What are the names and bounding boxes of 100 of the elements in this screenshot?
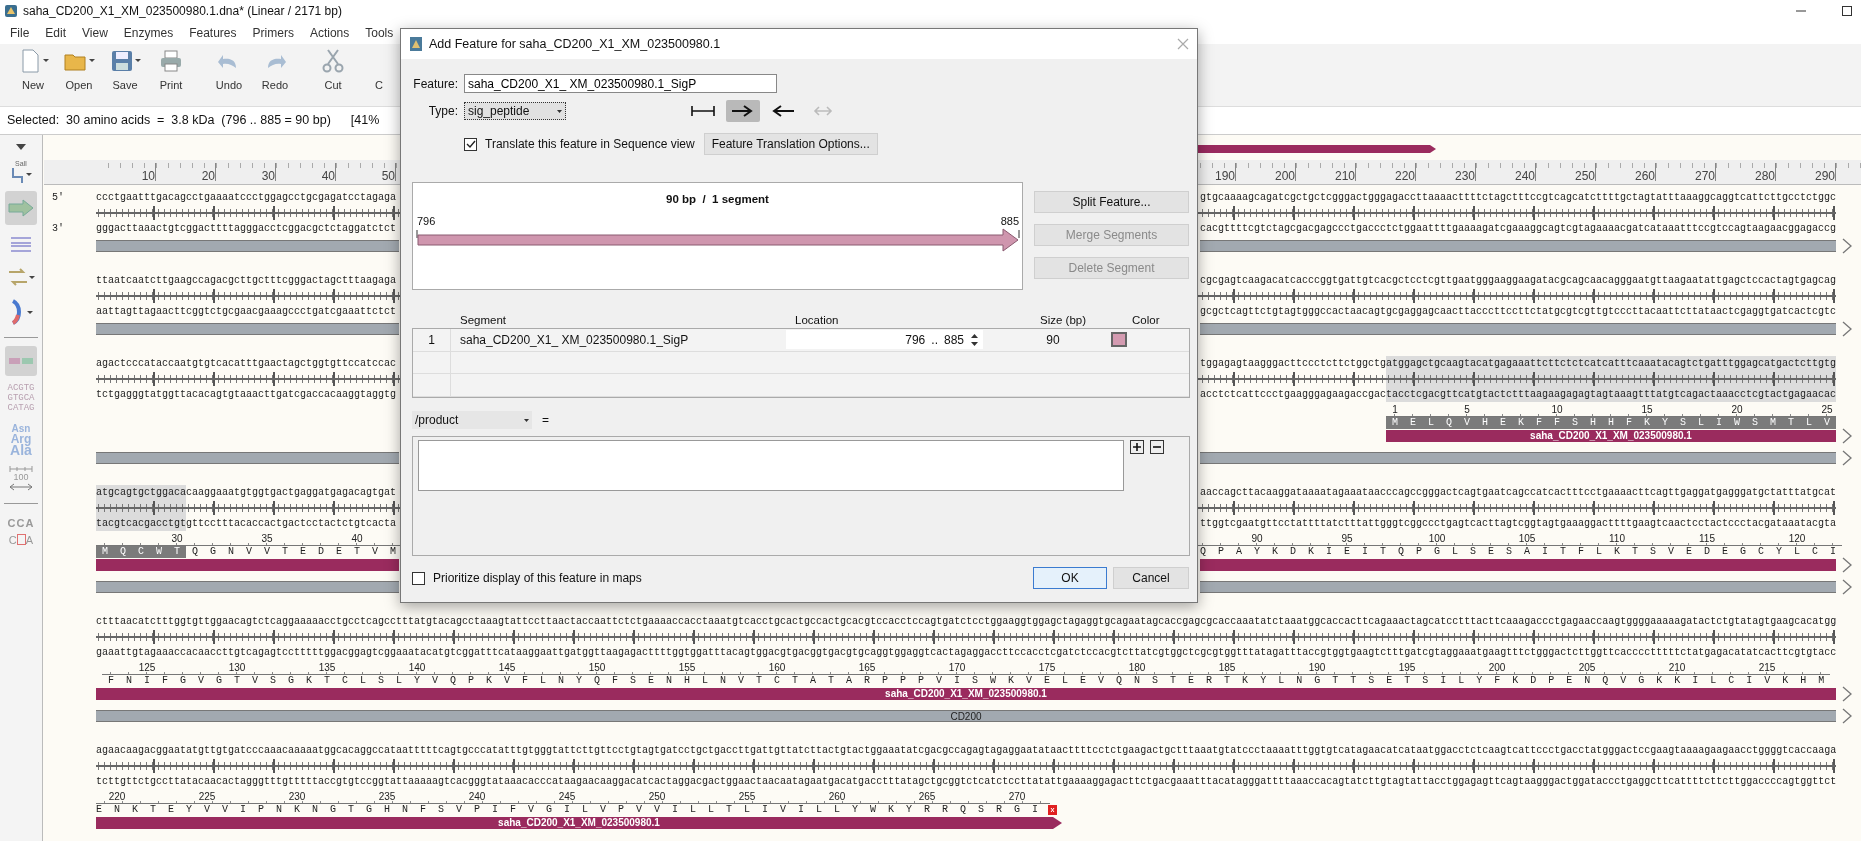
toolbar-button[interactable]: C xyxy=(356,48,402,94)
zoom-level: [41% xyxy=(350,112,380,130)
gene-bar[interactable] xyxy=(96,323,399,335)
direction-button[interactable] xyxy=(726,100,760,122)
gene-bar[interactable] xyxy=(1200,240,1836,252)
ruler-number: 185 xyxy=(1218,663,1236,673)
feature-bar[interactable]: saha_CD200_X1_XM_023500980.1 xyxy=(96,688,1836,700)
gene-bar[interactable] xyxy=(96,452,399,464)
toolbar-button[interactable]: Save xyxy=(102,48,148,94)
toolbar-button[interactable]: Cut xyxy=(310,48,356,94)
selected-amino-acids: M E L Q V H E K F F S H H F K Y S L I W S M T L V xyxy=(1386,417,1836,429)
gene-bar[interactable] xyxy=(1200,452,1836,464)
gene-bar[interactable] xyxy=(1200,581,1836,593)
selection-info: Selected: 30 amino acids = 3.8 kDa (796 .. 885 = 90 bp) xyxy=(7,112,331,130)
position-label: 796 xyxy=(417,214,436,229)
caret-icon xyxy=(524,418,529,422)
ruler-number: 200 xyxy=(1488,663,1506,673)
ruler-number: 175 xyxy=(1038,663,1056,673)
ruler-number: 235 xyxy=(378,792,396,802)
sequence-text: gtgcaaaagcagatcgctgctcgggactgggagaccttaaaacttttctagctttccgtcagcatcttttgctagtatttaaaggcaggtcattcttgcctctggc xyxy=(1199,191,1836,205)
qualifier-dropdown[interactable]: /product xyxy=(412,411,532,429)
menu-item[interactable]: File xyxy=(2,24,38,42)
ruler-number: 220 xyxy=(1394,168,1415,185)
ruler-number: 155 xyxy=(678,663,696,673)
add-icon[interactable] xyxy=(1130,440,1144,454)
table-cell-text: 90 xyxy=(1045,331,1061,349)
checkbox-label: Translate this feature in Sequence view xyxy=(485,136,695,153)
ok-button[interactable]: OK xyxy=(1033,567,1107,589)
ruler-number: 50 xyxy=(381,168,395,185)
app-icon xyxy=(4,4,18,18)
window-title: saha_CD200_X1_XM_023500980.1.dna* (Linear / 2171 bp) xyxy=(23,3,342,20)
toolbar-button[interactable]: New xyxy=(10,48,56,94)
type-dropdown[interactable]: sig_peptide xyxy=(464,102,566,120)
sequence-text: aaccagcttacaaggataaaatagaaataacccagccgggactcagtgaatcagccatcactttcctgaaaacttcagttgaggatgagggatgctatttatgcat xyxy=(1199,486,1836,500)
close-icon[interactable] xyxy=(1177,38,1189,50)
column-header: Color xyxy=(1132,313,1160,328)
toolbar-button[interactable]: Print xyxy=(148,48,194,94)
gene-bar[interactable] xyxy=(96,581,399,593)
sequence-text: gcgctcagttctgtagtgggccactaacagtgcgaggagcaacttacccttccttctatgcgtcgttgtcccttacaattcttataactcgaggtgatcactcgtc xyxy=(1199,305,1836,319)
cancel-button[interactable]: Cancel xyxy=(1113,567,1189,589)
ruler-number: 15 xyxy=(1641,405,1653,415)
ruler-number: 210 xyxy=(1334,168,1355,185)
continuation-icon xyxy=(1842,686,1852,702)
gene-bar[interactable] xyxy=(96,240,399,252)
ruler-number: 110 xyxy=(1609,534,1625,544)
spinner-icon[interactable] xyxy=(970,332,979,347)
menu-item[interactable]: Tools xyxy=(357,24,402,42)
checkbox[interactable] xyxy=(464,137,477,151)
ruler-number: 100 xyxy=(1428,534,1446,544)
selected-sequence: tacgtcacgacctgt xyxy=(96,517,186,531)
sequence-text: tggagagtaagggacttccctcttctggctg xyxy=(1199,357,1386,371)
selected-amino-acids: M Q C W T xyxy=(96,546,186,558)
sequence-text: gggacttaaactgtcggacttttagggacctcggacgctctaggatctct xyxy=(96,222,397,236)
checkbox[interactable] xyxy=(412,571,425,585)
translation-options-button[interactable]: Feature Translation Options... xyxy=(703,133,878,155)
toolbar-button[interactable]: Undo xyxy=(206,48,252,94)
gene-bar[interactable]: CD200 xyxy=(96,710,1836,722)
arrow-icon xyxy=(8,199,34,217)
ruler-number: 90 xyxy=(1251,534,1263,544)
toolbar-button[interactable]: Redo xyxy=(252,48,298,94)
ruler-number: 5 xyxy=(1464,405,1470,415)
remove-icon[interactable] xyxy=(1150,440,1164,454)
dialog-icon xyxy=(409,36,423,52)
amino-acids: Q G N V V T E D E T V M xyxy=(192,546,400,558)
checkbox-label: Prioritize display of this feature in maps xyxy=(433,570,642,587)
menu-item[interactable]: Features xyxy=(181,24,245,42)
ruler-number: 150 xyxy=(588,663,606,673)
feature-bar[interactable]: saha_CD200_X1_XM_023500980.1 xyxy=(1386,430,1836,442)
feature-name-field[interactable]: saha_CD200_X1_ XM_023500980.1_SigP xyxy=(464,74,777,93)
ruler-number: 180 xyxy=(1128,663,1146,673)
location-field[interactable]: 796 .. 885 xyxy=(786,330,983,350)
menu-item[interactable]: Enzymes xyxy=(115,24,182,42)
gene-bar[interactable] xyxy=(1200,323,1836,335)
sequence-text: tcttgttctgccttatacaacactagggtttgtttttaccgtgtccggtattaaaaagtcacgggtataaacacccataagaacaaggacatcactaggacgactggaactaacaatagaatgacatgacctttatagctgcggtctcatctccttatattgaaaaggagacttctgacgaaatttacatagggattttaaaccacagtatcttgtagtattacctggagagttcagtaagggactggataccctgaggcttcattttcttcttggaccccagtggttct xyxy=(96,775,1837,789)
ruler-number: 140 xyxy=(408,663,426,673)
mismatch-icon xyxy=(16,534,26,546)
feature-arrow-tool[interactable] xyxy=(5,191,37,225)
sequence-text: ttggtcgaatgttcctattttatctttattgggtcggccctgagtcacttagtcggtagtgaaaggacttttgaagtcaactcctactccctacgataaatacgta xyxy=(1199,517,1836,531)
map-tool[interactable] xyxy=(5,346,37,376)
menu-item[interactable]: Edit xyxy=(37,24,75,42)
segment-button[interactable]: Split Feature... xyxy=(1034,191,1189,213)
toolbar-button[interactable]: Open xyxy=(56,48,102,94)
column-header: Location xyxy=(795,313,839,328)
sequence-text: gaaattgtagaaaccacaaccttgtcagagtcctttttggacggagtcggaaatacatgtcggatttcataaggaattgatggttaagagacttttggtggatttacagtggacgtgacggtgacgtgcaggtggaggtcactagaggaccttccacctcgatctccacgtcttatcgtggctcgcgtggtttatagatttaccgtggtgaagtctttgatcgtaggaaatgaagtttctgggactcttggttcacccctttttctatgagacatatcacttcgtgtacc xyxy=(96,646,1837,660)
sequence-text: tctgagggtatggttacacagtgtaaacttgatcgaccacaaggtaggtg xyxy=(96,388,397,402)
maximize-icon[interactable] xyxy=(1841,5,1853,17)
ruler-number: 230 xyxy=(288,792,306,802)
ruler-number: 250 xyxy=(648,792,666,802)
menu-item[interactable]: Primers xyxy=(244,24,302,42)
primer-arrows-icon xyxy=(7,266,35,288)
ruler-number: 195 xyxy=(1398,663,1416,673)
caret-icon xyxy=(557,109,562,113)
menu-item[interactable]: View xyxy=(74,24,116,42)
value-field[interactable] xyxy=(418,440,1124,491)
selected-sequence: tacctcgacgttcatgtactctttaagaagagagtagtaaagtttatgtcagactaaacctcgtactgagaacac xyxy=(1385,388,1836,402)
menu-item[interactable]: Actions xyxy=(301,24,358,42)
color-swatch[interactable] xyxy=(1111,332,1127,348)
sequence-text: agaacaagacggaatatgttgtgatcccaaacaaaaatggcacaggccataatttttcagtgcccatatttgtgggtattcttgttcctgtagtgatcctgctgaccttgattgttatcttactgtactggaaatatcgacgccagagtagaggaatataacttttcctctgaagactgctttaaatgtatccctaaaatttggtgtcatagaacatcataatggacctctcaagtcattccctgacctatgggactccgaagtaaaagaagaacctggggtcaccaaga xyxy=(96,744,1837,758)
feature-bar[interactable]: saha_CD200_X1_XM_023500980.1 xyxy=(96,817,1062,829)
amino-acids: F N I F G V G T V S G K T C L S L Y V Q P K V F L N Y Q F S E N H L N V T C T A T A R P P P V I S W K V E L E V Q N S T E R T K Y L N G T T S E T S I L Y F K D P E N Q V G K K I L C I V K H M xyxy=(108,675,1828,687)
